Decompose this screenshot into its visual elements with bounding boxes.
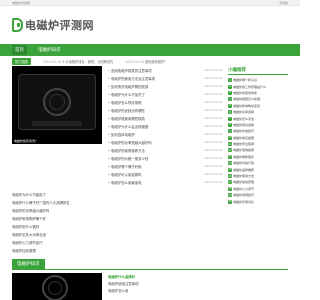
feature-block: 电磁炉如何清洗？ •选用电磁炉锅具的注意事项 2023-02-18 •电磁炉的使用… bbox=[12, 66, 222, 186]
coil-graphic bbox=[43, 88, 71, 116]
sidebar-title: 小编推荐 bbox=[228, 66, 288, 75]
list-item[interactable]: 电磁炉的功率越大越好吗 bbox=[12, 206, 222, 214]
section-image[interactable] bbox=[12, 273, 102, 300]
sidebar: 小编推荐 1 电磁炉哪个牌子好 2 电磁炉的工作原理是什么 3 电磁炉的使用寿命 4电… bbox=[228, 66, 288, 254]
list-item[interactable]: •电磁炉的维修保养方法 2023-02-18 bbox=[108, 146, 222, 154]
hot-topic-item[interactable]: 2023-02-18 十大电磁炉排名：美的、九阳等领先 bbox=[43, 59, 114, 64]
list-item[interactable]: 电磁炉怎么用 bbox=[108, 287, 288, 294]
control-panel-graphic bbox=[32, 121, 82, 126]
list-item[interactable]: •电磁炉能使用哪些锅具 2023-02-18 bbox=[108, 114, 222, 122]
text-list: 电磁炉为什么不能用了 电磁炉什么牌子好？国内十大品牌排名 电磁炉的功率越大越好吗… bbox=[12, 190, 222, 254]
list-item[interactable]: •电磁炉为什么会出现报错 2023-02-18 bbox=[108, 122, 222, 130]
list-item[interactable]: •电磁炉怎么用最省电 2023-02-18 bbox=[108, 178, 222, 186]
hot-topic-item[interactable]: 2023-02-18 如何选电磁炉？ bbox=[125, 59, 167, 64]
list-item[interactable]: 电磁炉买多大功率合适 bbox=[12, 230, 222, 238]
list-item[interactable]: •电磁炉的使用方法及注意事项 2023-02-18 bbox=[108, 74, 222, 82]
feature-caption: 电磁炉如何清洗？ bbox=[12, 138, 102, 144]
main-nav: 首页 电磁炉知识 bbox=[0, 44, 300, 56]
list-item[interactable]: 电磁炉加热原理 bbox=[12, 246, 222, 254]
main-content: 电磁炉如何清洗？ •选用电磁炉锅具的注意事项 2023-02-18 •电磁炉的使用… bbox=[0, 66, 300, 254]
nav-item-knowledge[interactable]: 电磁炉知识 bbox=[35, 45, 64, 55]
news-list: •选用电磁炉锅具的注意事项 2023-02-18 •电磁炉的使用方法及注意事项 20… bbox=[108, 66, 222, 186]
site-logo[interactable]: 电磁炉评测网 bbox=[12, 17, 94, 33]
hot-topics-strip: 热门话题 2023-02-18 十大电磁炉排名：美的、九阳等领先 2023-02… bbox=[0, 56, 300, 66]
list-item[interactable]: 电磁炉火力调节技巧 bbox=[12, 238, 222, 246]
top-bar-left: 电磁炉评测网 bbox=[12, 0, 31, 5]
list-item[interactable]: •电磁炉可以用铝锅吗 2023-02-18 bbox=[108, 170, 222, 178]
site-header: 电磁炉评测网 bbox=[0, 6, 300, 44]
logo-icon bbox=[12, 18, 23, 32]
mobile-link[interactable]: 手机版 bbox=[279, 1, 288, 5]
coil-graphic bbox=[42, 275, 68, 300]
sidebar-item[interactable]: 20 电磁炉评测对比 bbox=[228, 198, 288, 204]
list-item[interactable]: 电磁炉用什么锅好 bbox=[12, 222, 222, 230]
section-tab[interactable]: 电磁炉知识 bbox=[12, 259, 45, 269]
sidebar-list: 1 电磁炉哪个牌子好 2 电磁炉的工作原理是什么 3 电磁炉的使用寿命 4 电磁炉报错怎… bbox=[228, 77, 288, 205]
list-item[interactable]: •选用电磁炉锅具的注意事项 2023-02-18 bbox=[108, 66, 222, 74]
list-item[interactable]: 电磁炉什么牌子好？国内十大品牌排名 bbox=[12, 198, 222, 206]
main-column: 电磁炉如何清洗？ •选用电磁炉锅具的注意事项 2023-02-18 •电磁炉的使用… bbox=[12, 66, 222, 254]
list-item[interactable]: 电磁炉为什么不能用了 bbox=[12, 190, 222, 198]
logo-text: 电磁炉评测网 bbox=[25, 19, 94, 32]
list-item[interactable]: •电磁炉怎么样好用呢 2023-02-18 bbox=[108, 98, 222, 106]
list-item[interactable]: 电磁炉和电陶炉哪个好 bbox=[12, 214, 222, 222]
section-list: 电磁炉什么品牌好 电磁炉使用注意事项 电磁炉怎么用 bbox=[108, 273, 288, 300]
list-item[interactable]: 电磁炉什么品牌好 bbox=[108, 273, 288, 280]
list-item[interactable]: •如何选择电磁炉 2023-02-18 bbox=[108, 130, 222, 138]
feature-image[interactable]: 电磁炉如何清洗？ bbox=[12, 66, 102, 144]
knowledge-section: 电磁炉什么品牌好 电磁炉使用注意事项 电磁炉怎么用 bbox=[12, 273, 288, 300]
list-item[interactable]: •电磁炉的价格一般多少钱 2023-02-18 bbox=[108, 154, 222, 162]
list-item[interactable]: •电磁炉为什么不加热了 2023-02-18 bbox=[108, 90, 222, 98]
knowledge-section-header: 电磁炉知识 bbox=[12, 258, 288, 270]
nav-item-home[interactable]: 首页 bbox=[12, 45, 27, 55]
induction-cooker-image bbox=[18, 74, 96, 130]
hot-topics-label: 热门话题 bbox=[12, 57, 31, 65]
list-item[interactable]: •电磁炉哪个牌子好用 2023-02-18 bbox=[108, 162, 222, 170]
list-item[interactable]: 电磁炉使用注意事项 bbox=[108, 280, 288, 287]
list-item[interactable]: •如何清洗电磁炉锅的底部 2023-02-18 bbox=[108, 82, 222, 90]
list-item[interactable]: •电磁炉的功率是越大越好吗 2023-02-18 bbox=[108, 138, 222, 146]
list-item[interactable]: •电磁炉的优缺点有哪些 2023-02-18 bbox=[108, 106, 222, 114]
